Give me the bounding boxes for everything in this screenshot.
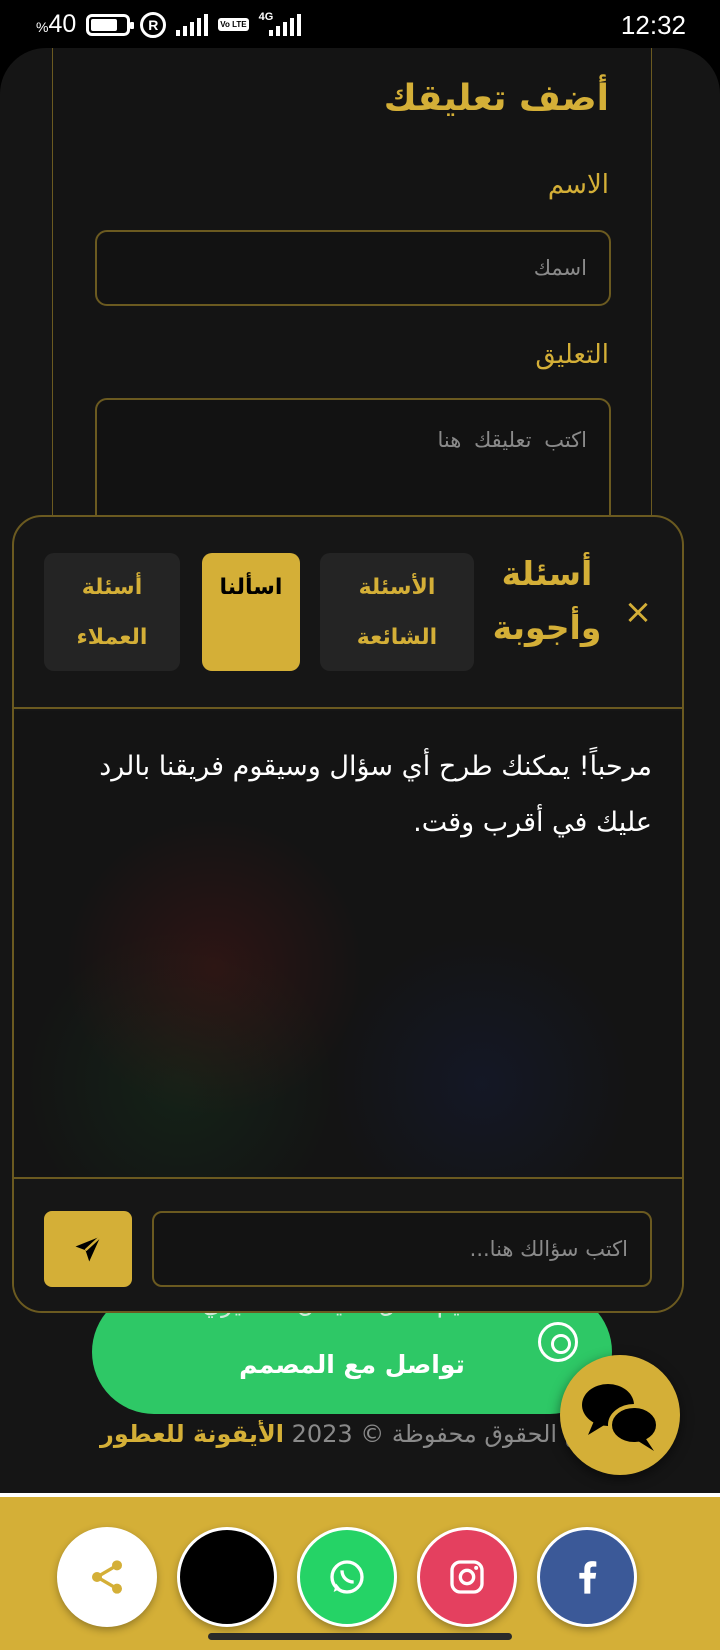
tab-ask-us[interactable]: اسألنا [202, 553, 300, 671]
tab-customer-questions[interactable]: أسئلة العملاء [44, 553, 180, 671]
share-button[interactable] [57, 1527, 157, 1627]
registered-icon: R [140, 11, 167, 38]
signal-icon [176, 13, 209, 36]
comment-form: أضف تعليقك الاسم اسمك التعليق اكتب تعليق… [52, 48, 652, 568]
network-type: 4G [258, 10, 274, 23]
whatsapp-icon [330, 1560, 364, 1594]
brand-name: الأيقونة للعطور [100, 1420, 284, 1448]
qa-modal-footer: اكتب سؤالك هنا... [14, 1177, 682, 1311]
close-button[interactable]: × [622, 595, 654, 629]
question-input[interactable]: اكتب سؤالك هنا... [152, 1211, 652, 1287]
welcome-message: مرحباً! يمكنك طرح أي سؤال وسيقوم فريقنا … [99, 751, 652, 838]
status-bar: %40 R Vo LTE 4G 12:32 [0, 0, 720, 52]
tab-faq[interactable]: الأسئلة الشائعة [320, 553, 474, 671]
chat-bubbles-icon [582, 1384, 660, 1451]
share-icon [92, 1560, 122, 1594]
facebook-button[interactable] [537, 1527, 637, 1627]
home-indicator[interactable] [208, 1633, 512, 1640]
social-bar [0, 1493, 720, 1650]
send-icon [75, 1235, 102, 1262]
comment-label: التعليق [535, 340, 609, 370]
clock: 12:32 [620, 10, 686, 40]
qa-modal-body: مرحباً! يمكنك طرح أي سؤال وسيقوم فريقنا … [14, 711, 682, 1177]
signal-icon-2 [269, 13, 302, 36]
qa-modal: أسئلة وأجوبة × الأسئلة الشائعة اسألنا أس… [12, 515, 684, 1313]
name-input[interactable]: اسمك [95, 230, 611, 306]
instagram-icon [450, 1560, 484, 1594]
qa-modal-header: أسئلة وأجوبة × الأسئلة الشائعة اسألنا أس… [14, 517, 682, 709]
battery-percent: %40 [36, 10, 77, 38]
battery-icon [86, 13, 135, 36]
tiktok-button[interactable] [177, 1527, 277, 1627]
whatsapp-button[interactable] [297, 1527, 397, 1627]
send-button[interactable] [44, 1211, 132, 1287]
qa-modal-title: أسئلة وأجوبة [492, 554, 602, 647]
contact-designer-label: تواصل مع المصمم [239, 1350, 465, 1379]
volte-icon: Vo LTE [218, 18, 249, 31]
chat-button[interactable] [560, 1355, 680, 1475]
facebook-icon [579, 1561, 597, 1594]
comment-form-title: أضف تعليقك [383, 78, 609, 119]
name-label: الاسم [547, 170, 609, 200]
instagram-button[interactable] [417, 1527, 517, 1627]
